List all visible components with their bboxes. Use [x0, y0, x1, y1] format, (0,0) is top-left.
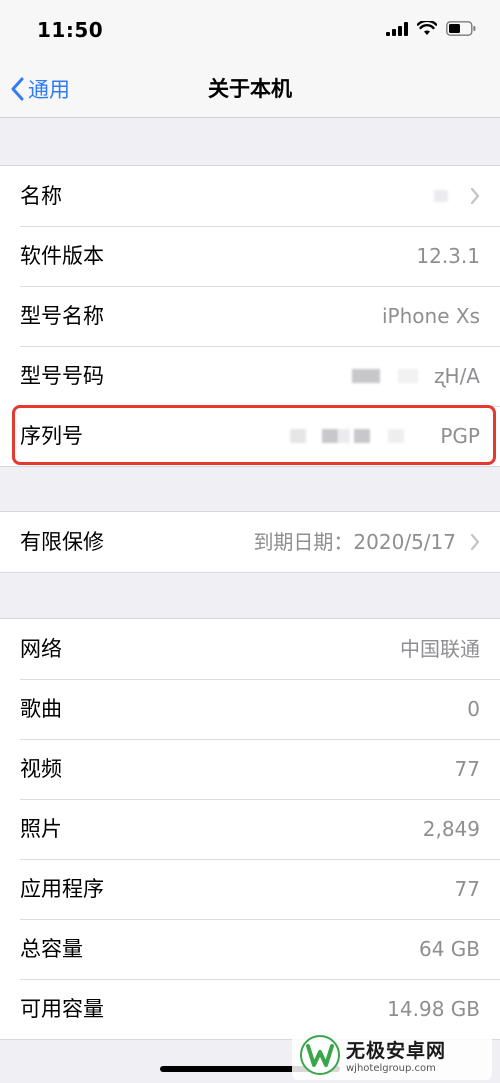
redacted-mark [354, 429, 370, 443]
warranty-group: 有限保修 到期日期：2020/5/17 [0, 511, 500, 573]
cellular-signal-icon [386, 21, 408, 36]
row-value: 77 [454, 877, 480, 901]
row-label: 序列号 [20, 424, 83, 448]
row-value: 到期日期：2020/5/17 [253, 530, 456, 554]
row-limited-warranty[interactable]: 有限保修 到期日期：2020/5/17 [0, 512, 500, 572]
row-applications: 应用程序 77 [0, 859, 500, 919]
redacted-mark [290, 429, 306, 443]
status-bar: 11:50 [0, 0, 500, 60]
redacted-mark [388, 429, 404, 443]
row-videos: 视频 77 [0, 739, 500, 799]
watermark-logo-icon [300, 1035, 340, 1075]
row-label: 软件版本 [20, 244, 104, 268]
status-icons [386, 21, 476, 36]
row-label: 型号号码 [20, 364, 104, 388]
navigation-bar: 通用 关于本机 [0, 60, 500, 118]
row-value: iPhone Xs [382, 304, 480, 328]
redacted-mark [352, 369, 380, 383]
row-songs: 歌曲 0 [0, 679, 500, 739]
row-value: 中国联通 [400, 637, 480, 661]
page-title: 关于本机 [208, 77, 292, 101]
row-label: 歌曲 [20, 697, 62, 721]
watermark-url: wjhotelgroup.com [346, 1063, 436, 1074]
row-label: 照片 [20, 817, 62, 841]
redacted-mark [434, 190, 448, 202]
row-value: 77 [454, 757, 480, 781]
row-label: 应用程序 [20, 877, 104, 901]
row-value: ʐH/A [434, 364, 480, 388]
redacted-mark [322, 429, 338, 443]
row-label: 名称 [20, 184, 62, 208]
watermark-name: 无极安卓网 [346, 1040, 447, 1062]
row-value: 2,849 [422, 817, 480, 841]
row-value: 64 GB [418, 937, 480, 961]
row-value: PGP [440, 424, 480, 448]
row-capacity: 总容量 64 GB [0, 919, 500, 979]
status-time: 11:50 [37, 18, 104, 42]
usage-group: 网络 中国联通 歌曲 0 视频 77 照片 2,849 应用程序 77 总容量 … [0, 618, 500, 1040]
device-info-group: 名称 软件版本 12.3.1 型号名称 iPhone Xs 型号号码 ʐH/A … [0, 165, 500, 467]
row-value: 12.3.1 [416, 244, 480, 268]
row-model-name: 型号名称 iPhone Xs [0, 286, 500, 346]
redacted-mark [338, 429, 350, 443]
row-label: 有限保修 [20, 530, 104, 554]
battery-icon [446, 21, 476, 36]
row-software-version: 软件版本 12.3.1 [0, 226, 500, 286]
chevron-right-icon [470, 187, 480, 205]
watermark-text: 无极安卓网 wjhotelgroup.com [346, 1036, 446, 1074]
row-serial-number: 序列号 PGP [0, 406, 500, 466]
row-model-number: 型号号码 ʐH/A [0, 346, 500, 406]
row-photos: 照片 2,849 [0, 799, 500, 859]
row-label: 可用容量 [20, 997, 104, 1021]
row-name[interactable]: 名称 [0, 166, 500, 226]
row-network: 网络 中国联通 [0, 619, 500, 679]
chevron-right-icon [470, 533, 480, 551]
wifi-icon [417, 21, 437, 35]
row-label: 视频 [20, 757, 62, 781]
row-label: 网络 [20, 637, 62, 661]
redacted-mark [398, 369, 418, 383]
row-label: 总容量 [20, 937, 83, 961]
row-label: 型号名称 [20, 304, 104, 328]
row-value: 0 [467, 697, 480, 721]
watermark: 无极安卓网 wjhotelgroup.com [292, 1030, 492, 1080]
